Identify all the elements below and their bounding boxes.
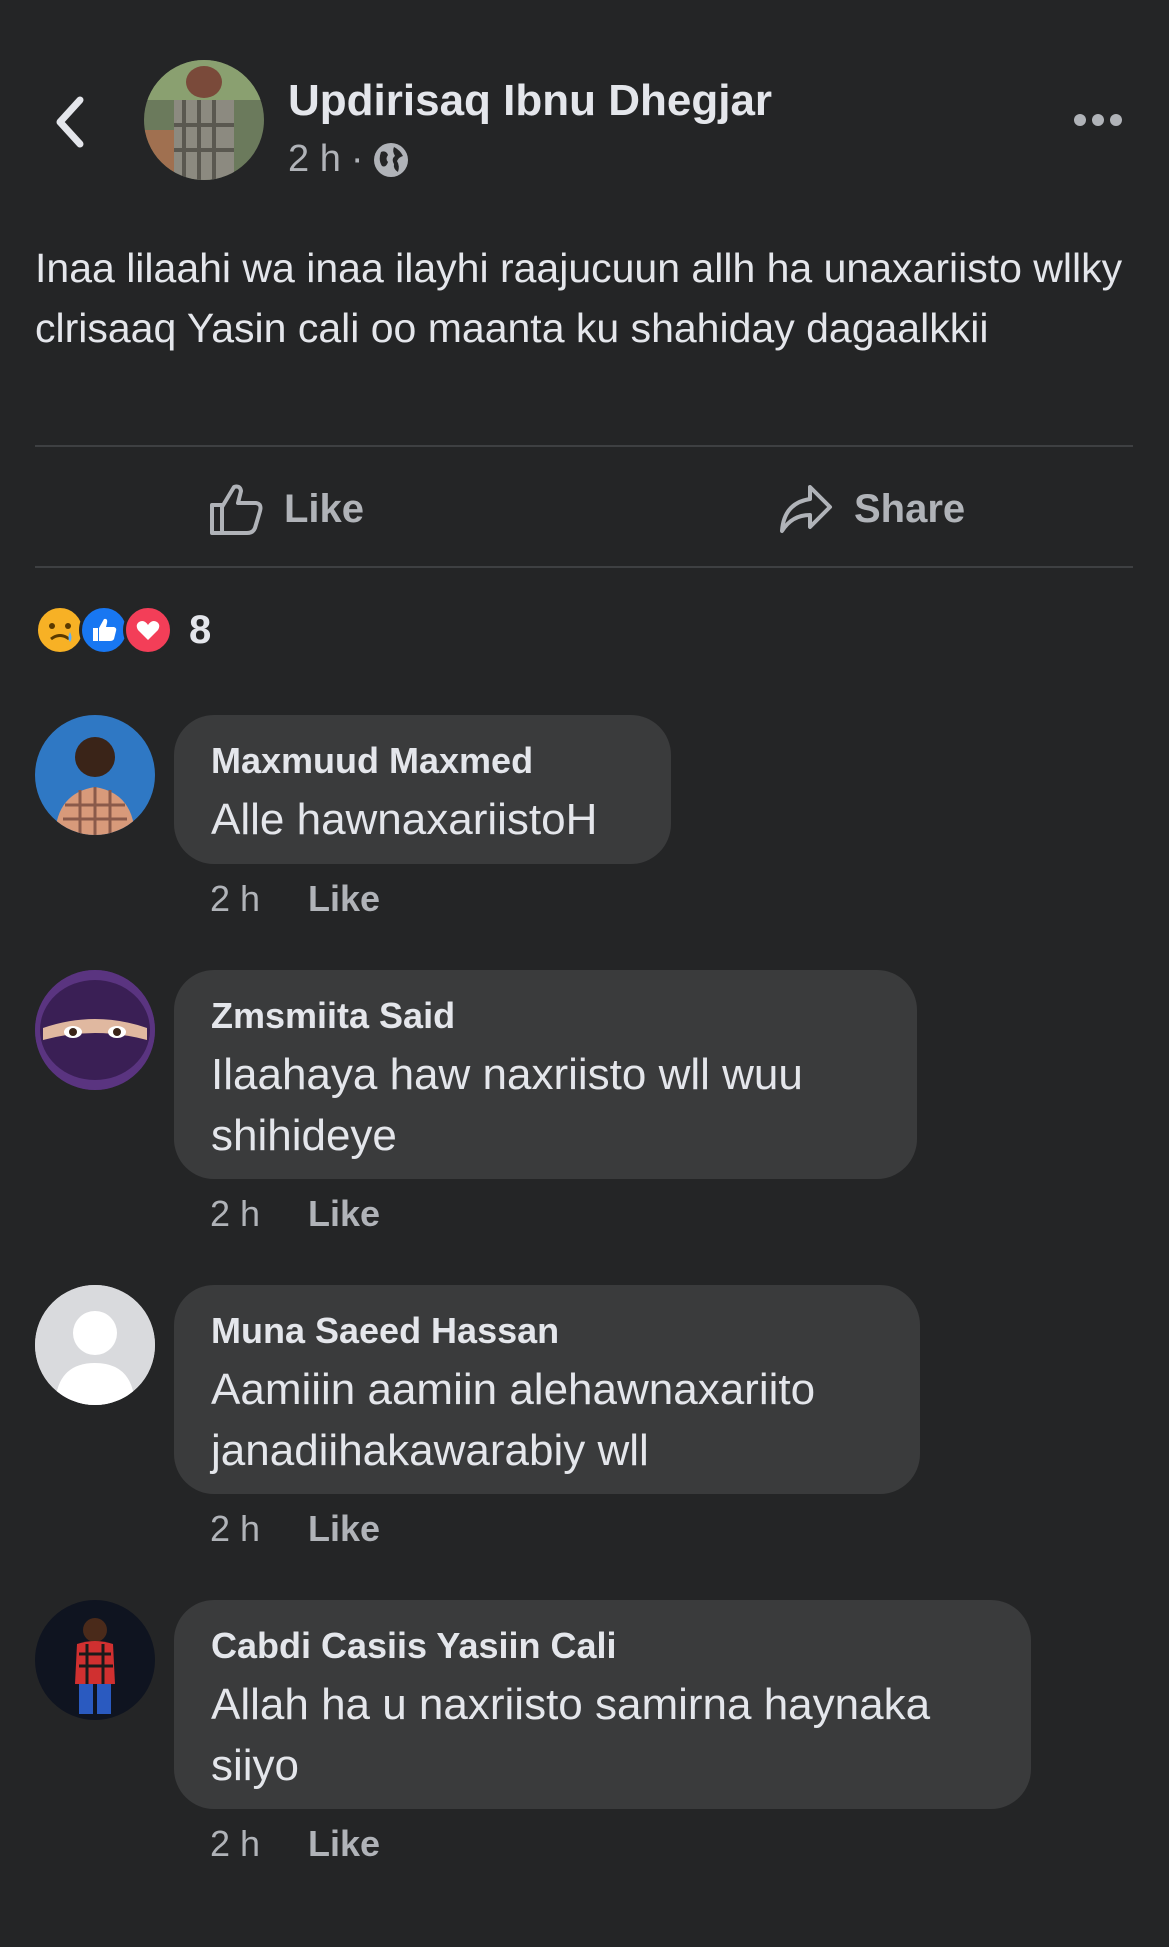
share-label: Share xyxy=(854,486,966,531)
comment-bubble[interactable]: Muna Saeed Hassan Aamiiin aamiin alehawn… xyxy=(174,1285,920,1494)
post-meta: 2 h · xyxy=(288,138,409,181)
commenter-avatar[interactable] xyxy=(35,715,155,835)
like-icon xyxy=(79,605,129,655)
share-arrow-icon xyxy=(780,485,832,533)
divider-bottom xyxy=(35,566,1133,568)
comment-text: Ilaahaya haw naxriisto wll wuu shihideye xyxy=(211,1050,803,1160)
post-header: Updirisaq Ibnu Dhegjar 2 h · xyxy=(0,0,1169,200)
reactions-summary[interactable]: 8 xyxy=(35,604,211,656)
more-options-button[interactable] xyxy=(1068,100,1128,140)
chevron-left-icon xyxy=(56,96,84,148)
comment-like-button[interactable]: Like xyxy=(308,1508,380,1550)
comment-text: Aamiiin aamiin alehawnaxariito janadiiha… xyxy=(211,1365,816,1475)
comment-bubble[interactable]: Zmsmiita Said Ilaahaya haw naxriisto wll… xyxy=(174,970,917,1179)
author-avatar[interactable] xyxy=(144,60,264,180)
comment-time: 2 h xyxy=(210,1193,261,1234)
divider-top xyxy=(35,445,1133,447)
comment-like-button[interactable]: Like xyxy=(308,1193,380,1235)
like-label: Like xyxy=(284,486,365,531)
comment-meta: 2 h Like xyxy=(210,878,380,920)
commenter-name[interactable]: Muna Saeed Hassan xyxy=(211,1309,883,1353)
comment-meta: 2 h Like xyxy=(210,1193,380,1235)
comment-like-button[interactable]: Like xyxy=(308,878,380,920)
comment-bubble[interactable]: Maxmuud Maxmed Alle hawnaxariistoH xyxy=(174,715,671,864)
commenter-avatar[interactable] xyxy=(35,1600,155,1720)
comment-text: Alle hawnaxariistoH xyxy=(211,795,598,844)
sad-icon xyxy=(35,605,85,655)
commenter-avatar[interactable] xyxy=(35,970,155,1090)
comment-bubble[interactable]: Cabdi Casiis Yasiin Cali Allah ha u naxr… xyxy=(174,1600,1031,1809)
globe-icon xyxy=(374,142,409,177)
commenter-name[interactable]: Cabdi Casiis Yasiin Cali xyxy=(211,1624,994,1668)
comment-meta: 2 h Like xyxy=(210,1823,380,1865)
like-button[interactable]: Like xyxy=(208,476,364,542)
comment-like-button[interactable]: Like xyxy=(308,1823,380,1865)
meta-separator: · xyxy=(350,138,364,180)
reaction-count: 8 xyxy=(189,607,212,652)
thumbs-up-icon xyxy=(210,484,263,535)
author-name[interactable]: Updirisaq Ibnu Dhegjar xyxy=(288,76,772,126)
comment-time: 2 h xyxy=(210,1823,261,1864)
post-time: 2 h xyxy=(288,138,341,180)
commenter-avatar[interactable] xyxy=(35,1285,155,1405)
share-button[interactable]: Share xyxy=(778,476,965,542)
comment-time: 2 h xyxy=(210,1508,261,1549)
commenter-name[interactable]: Maxmuud Maxmed xyxy=(211,739,634,783)
back-button[interactable] xyxy=(44,92,94,152)
post-text: Inaa lilaahi wa inaa ilayhi raajucuun al… xyxy=(35,245,1123,351)
comment-text: Allah ha u naxriisto samirna haynaka sii… xyxy=(211,1680,931,1790)
more-dots-icon xyxy=(1074,114,1122,126)
comment-time: 2 h xyxy=(210,878,261,919)
default-avatar-icon xyxy=(35,1285,155,1405)
comment-meta: 2 h Like xyxy=(210,1508,380,1550)
commenter-name[interactable]: Zmsmiita Said xyxy=(211,994,880,1038)
love-icon xyxy=(123,605,173,655)
